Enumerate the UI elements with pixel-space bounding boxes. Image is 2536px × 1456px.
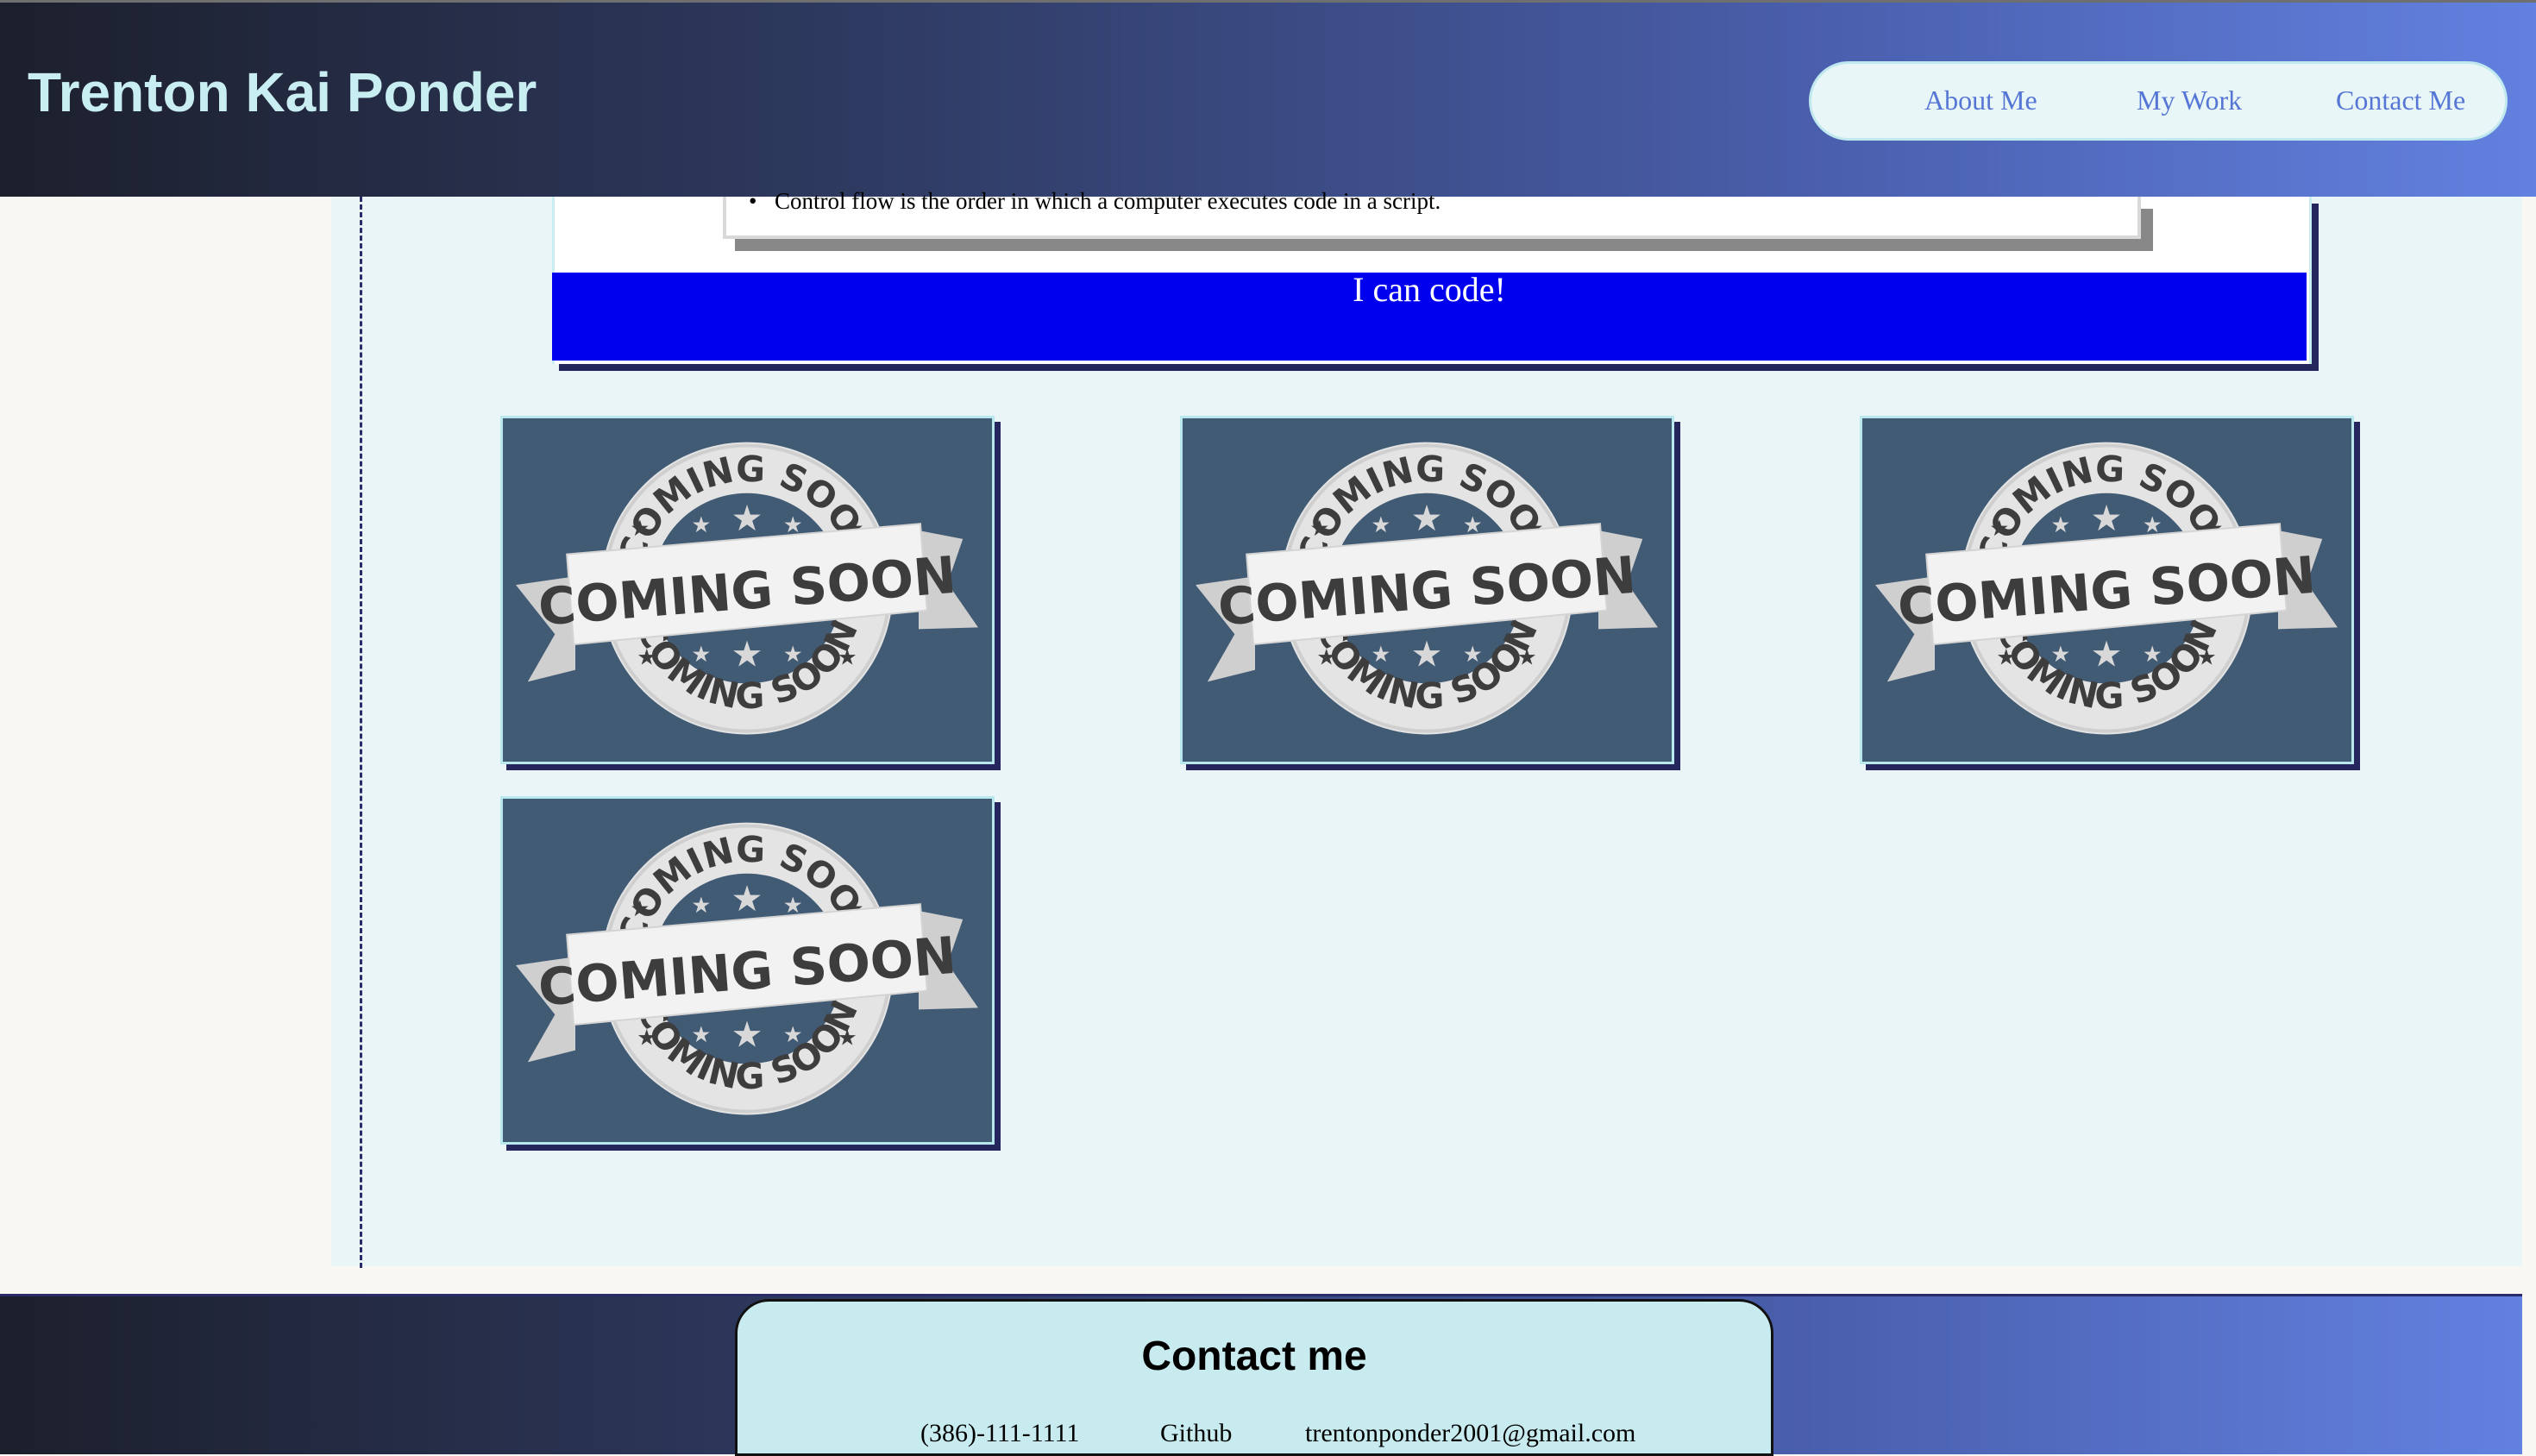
site-header: Trenton Kai Ponder About Me My Work Cont…	[0, 0, 2536, 197]
coming-soon-badge-image	[1874, 440, 2339, 737]
nav-link-about-me[interactable]: About Me	[1924, 86, 2037, 114]
contact-github-link[interactable]: Github	[1160, 1421, 1232, 1447]
site-title: Trenton Kai Ponder	[28, 61, 537, 123]
coming-soon-badge-image	[1194, 440, 1660, 737]
contact-title: Contact me	[1141, 1334, 1367, 1379]
project-card-1[interactable]	[500, 416, 995, 764]
nav-link-my-work[interactable]: My Work	[2137, 86, 2242, 114]
section-divider	[360, 197, 362, 1268]
coming-soon-badge-image	[514, 820, 980, 1117]
project-card-3[interactable]	[1860, 416, 2354, 764]
contact-card: Contact me (386)-111-1111 Github trenton…	[735, 1299, 1773, 1456]
contact-email-link[interactable]: trentonponder2001@gmail.com	[1305, 1421, 1635, 1447]
nav-link-contact-me[interactable]: Contact Me	[2336, 86, 2465, 114]
main-nav: About Me My Work Contact Me	[1809, 61, 2508, 141]
code-banner: I can code!	[552, 273, 2307, 361]
coming-soon-badge-image	[514, 440, 980, 737]
contact-phone: (386)-111-1111	[920, 1419, 1080, 1447]
project-card-2[interactable]	[1180, 416, 1674, 764]
concept-bullet: Control flow is the order in which a com…	[749, 188, 1441, 215]
code-banner-text: I can code!	[1353, 270, 1506, 309]
project-card-4[interactable]	[500, 796, 995, 1145]
